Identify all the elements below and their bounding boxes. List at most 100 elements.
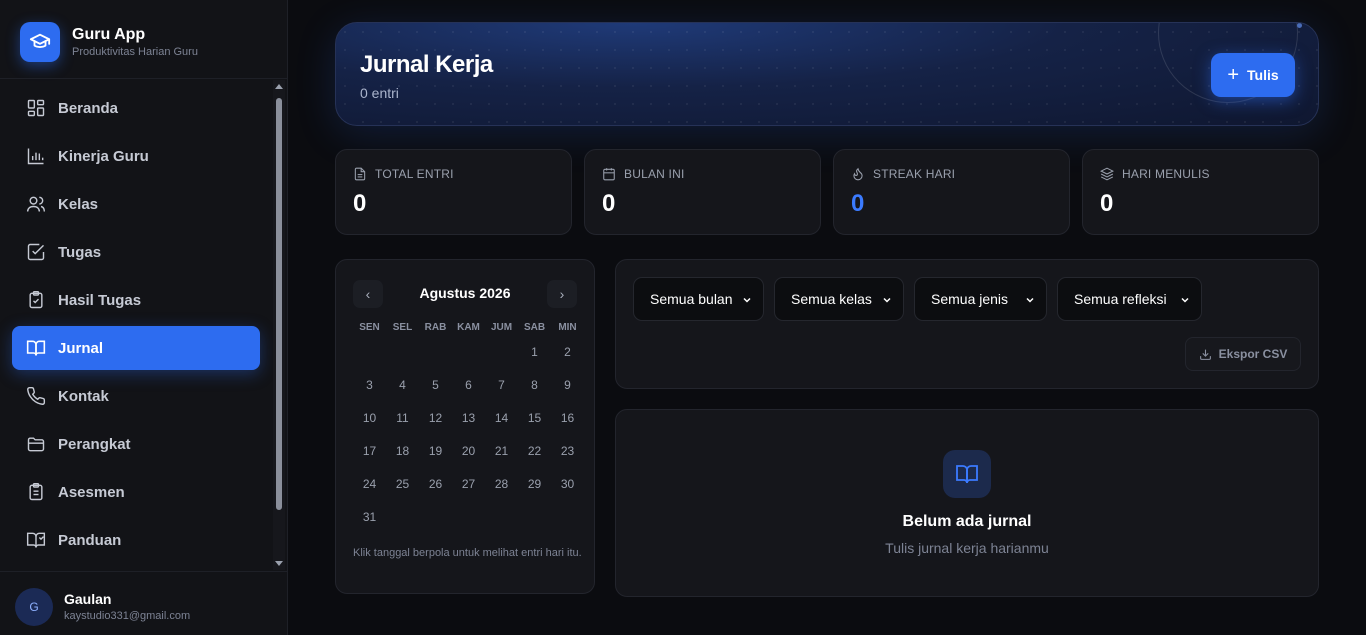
graduation-cap-icon: [20, 22, 60, 62]
sidebar-item-label: Kelas: [58, 195, 99, 213]
calendar-day[interactable]: 10: [353, 406, 386, 439]
calendar-day[interactable]: 19: [419, 439, 452, 472]
sidebar-item-jurnal[interactable]: Jurnal: [12, 326, 260, 370]
calendar-weekday: KAM: [457, 322, 480, 333]
calendar-day[interactable]: 1: [518, 340, 551, 373]
calendar-day[interactable]: 27: [452, 472, 485, 505]
sidebar-item-kinerja-guru[interactable]: Kinerja Guru: [12, 134, 260, 178]
calendar-day[interactable]: 2: [551, 340, 584, 373]
calendar-day[interactable]: 30: [551, 472, 584, 505]
calendar-empty-cell: [485, 340, 518, 373]
calendar-day[interactable]: 25: [386, 472, 419, 505]
calendar-day[interactable]: 26: [419, 472, 452, 505]
export-csv-button[interactable]: Ekspor CSV: [1185, 337, 1301, 371]
calendar-day[interactable]: 18: [386, 439, 419, 472]
calendar-day[interactable]: 8: [518, 373, 551, 406]
type-filter-select[interactable]: Semua jenis: [914, 277, 1047, 321]
sidebar-item-hasil-tugas[interactable]: Hasil Tugas: [12, 278, 260, 322]
reflection-filter-select[interactable]: Semua refleksi: [1057, 277, 1202, 321]
brand[interactable]: Guru App Produktivitas Harian Guru: [20, 22, 198, 62]
chevron-down-icon: [1181, 297, 1189, 303]
calendar-icon: [603, 168, 615, 181]
calendar-empty-cell: [419, 340, 452, 373]
stat-card-total-entri: TOTAL ENTRI 0: [335, 149, 572, 235]
empty-title: Belum ada jurnal: [902, 513, 1032, 530]
scroll-up-arrow-icon[interactable]: [275, 84, 283, 89]
calendar-day[interactable]: 12: [419, 406, 452, 439]
sidebar-item-label: Beranda: [58, 99, 119, 117]
calendar-day[interactable]: 29: [518, 472, 551, 505]
sidebar-item-asesmen[interactable]: Asesmen: [12, 470, 260, 514]
stat-label: TOTAL ENTRI: [375, 167, 454, 181]
write-button-label: Tulis: [1247, 67, 1279, 83]
stat-value: 0: [353, 190, 367, 217]
calendar-day[interactable]: 11: [386, 406, 419, 439]
calendar-day[interactable]: 20: [452, 439, 485, 472]
sidebar-item-label: Tugas: [58, 243, 102, 261]
empty-subtitle: Tulis jurnal kerja harianmu: [885, 540, 1049, 556]
page-title: Jurnal Kerja: [360, 51, 493, 78]
calendar-day[interactable]: 6: [452, 373, 485, 406]
entry-count: 0 entri: [360, 85, 399, 101]
calendar-weekday: RAB: [424, 322, 447, 333]
app-subtitle: Produktivitas Harian Guru: [72, 45, 198, 58]
calendar-day[interactable]: 24: [353, 472, 386, 505]
app-title: Guru App: [72, 25, 146, 43]
book-open-icon: [943, 450, 991, 498]
stat-label: STREAK HARI: [873, 167, 956, 181]
phone-icon: [27, 386, 46, 405]
plus-icon: +: [1227, 64, 1240, 86]
calendar-day[interactable]: 4: [386, 373, 419, 406]
flame-icon: [853, 167, 863, 181]
sidebar-item-label: Jurnal: [58, 339, 104, 357]
select-value: Semua kelas: [791, 291, 872, 307]
sidebar-item-kelas[interactable]: Kelas: [12, 182, 260, 226]
calendar-day[interactable]: 21: [485, 439, 518, 472]
calendar-day[interactable]: 28: [485, 472, 518, 505]
calendar-day[interactable]: 16: [551, 406, 584, 439]
check-square-icon: [27, 243, 45, 261]
select-value: Semua jenis: [931, 291, 1009, 307]
calendar-next-button[interactable]: ›: [547, 280, 577, 308]
user-profile[interactable]: G Gaulan kaystudio331@gmail.com: [0, 571, 287, 635]
clipboard-check-icon: [29, 290, 43, 309]
calendar-day[interactable]: 9: [551, 373, 584, 406]
class-filter-select[interactable]: Semua kelas: [774, 277, 904, 321]
sidebar-item-tugas[interactable]: Tugas: [12, 230, 260, 274]
sidebar-scrollbar[interactable]: [273, 80, 285, 570]
sidebar-item-panduan[interactable]: Panduan: [12, 518, 260, 562]
stat-card-hari-menulis: HARI MENULIS 0: [1082, 149, 1319, 235]
calendar-day[interactable]: 14: [485, 406, 518, 439]
sidebar-item-label: Hasil Tugas: [58, 291, 142, 309]
scroll-down-arrow-icon[interactable]: [275, 561, 283, 566]
chevron-down-icon: [883, 297, 891, 303]
calendar-day[interactable]: 3: [353, 373, 386, 406]
calendar-day[interactable]: 5: [419, 373, 452, 406]
calendar-day[interactable]: 13: [452, 406, 485, 439]
sidebar-nav: Beranda Kinerja Guru Kelas Tugas Hasil T…: [12, 86, 260, 566]
calendar-day[interactable]: 23: [551, 439, 584, 472]
chevron-down-icon: [1026, 297, 1034, 303]
calendar-day[interactable]: 7: [485, 373, 518, 406]
calendar-day[interactable]: 17: [353, 439, 386, 472]
sidebar: Guru App Produktivitas Harian Guru Beran…: [0, 0, 288, 635]
stat-label: BULAN INI: [624, 167, 685, 181]
month-filter-select[interactable]: Semua bulan: [633, 277, 764, 321]
scrollbar-thumb[interactable]: [276, 98, 282, 510]
user-email: kaystudio331@gmail.com: [64, 610, 191, 622]
calendar-day[interactable]: 31: [353, 505, 386, 538]
calendar-empty-cell: [353, 340, 386, 373]
avatar[interactable]: G: [15, 588, 53, 626]
write-button[interactable]: + Tulis: [1211, 53, 1295, 97]
sidebar-item-perangkat[interactable]: Perangkat: [12, 422, 260, 466]
sidebar-item-kontak[interactable]: Kontak: [12, 374, 260, 418]
calendar-hint: Klik tanggal berpola untuk melihat entri…: [353, 547, 582, 559]
sidebar-item-label: Kontak: [58, 387, 109, 405]
calendar-day[interactable]: 15: [518, 406, 551, 439]
select-value: Semua bulan: [650, 291, 733, 307]
sidebar-item-label: Asesmen: [58, 483, 125, 501]
calendar-day[interactable]: 22: [518, 439, 551, 472]
calendar-weekday: SEL: [392, 322, 413, 333]
sidebar-item-beranda[interactable]: Beranda: [12, 86, 260, 130]
stat-card-streak-hari: STREAK HARI 0: [833, 149, 1070, 235]
